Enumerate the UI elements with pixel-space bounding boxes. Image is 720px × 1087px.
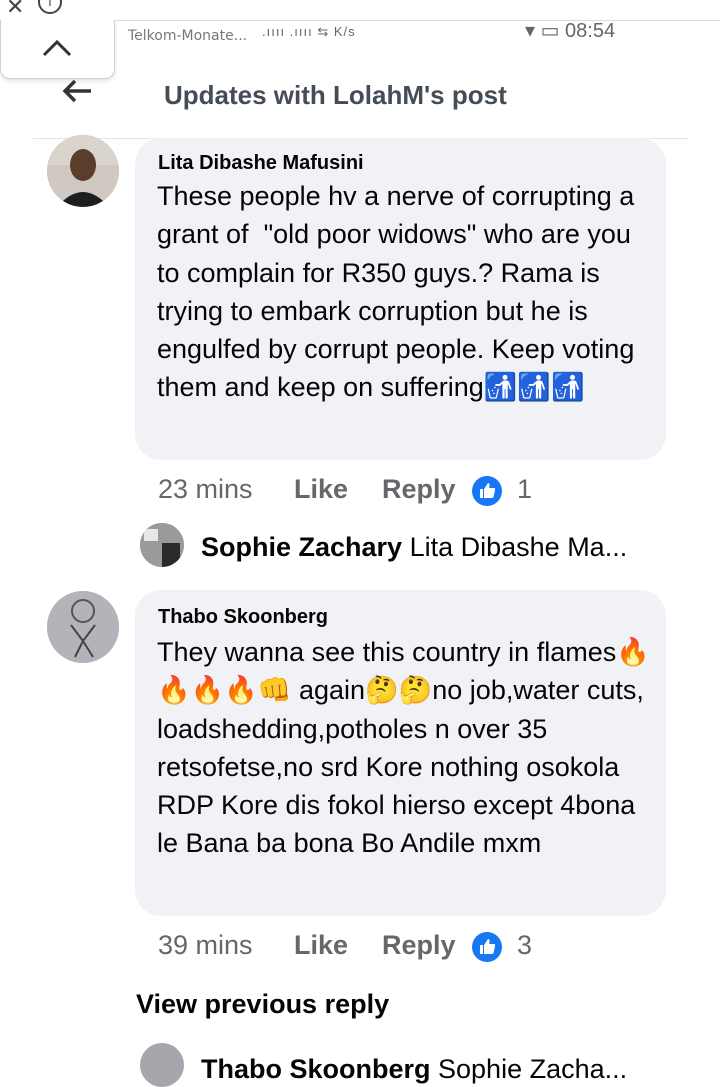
avatar[interactable] xyxy=(140,523,184,567)
chevron-up-icon xyxy=(42,39,72,57)
reply-author[interactable]: Thabo Skoonberg xyxy=(201,1054,431,1084)
reaction-count: 1 xyxy=(517,474,533,504)
avatar[interactable] xyxy=(47,135,119,207)
comment-bubble: Lita Dibashe Mafusini These people hv a … xyxy=(135,138,666,460)
page-title: Updates with LolahM's post xyxy=(164,80,507,110)
comment-bubble: Thabo Skoonberg They wanna see this coun… xyxy=(135,590,666,916)
like-button[interactable]: Like xyxy=(294,474,348,505)
like-icon[interactable] xyxy=(472,476,502,506)
avatar[interactable] xyxy=(47,591,119,663)
view-previous-reply-button[interactable]: View previous reply xyxy=(136,989,389,1020)
comment-author[interactable]: Thabo Skoonberg xyxy=(158,606,328,629)
reply-preview[interactable]: Thabo Skoonberg Sophie Zacha... xyxy=(201,1054,627,1085)
reply-preview[interactable]: Sophie Zachary Lita Dibashe Ma... xyxy=(201,532,627,563)
battery-time: ▾ ▭ 08:54 xyxy=(525,20,616,42)
reply-author[interactable]: Sophie Zachary xyxy=(201,532,402,562)
reply-button[interactable]: Reply xyxy=(382,930,456,961)
carrier-name: Telkom-Monate... xyxy=(128,28,248,44)
reaction-count: 3 xyxy=(517,930,533,960)
reply-snippet: Sophie Zacha... xyxy=(438,1054,628,1084)
like-button[interactable]: Like xyxy=(294,930,348,961)
like-icon[interactable] xyxy=(472,932,502,962)
comment-time[interactable]: 39 mins xyxy=(158,930,253,961)
back-arrow-icon[interactable] xyxy=(60,78,94,109)
signal-indicators: .ıııı .ıııı ⇆ K/s xyxy=(262,24,356,39)
comment-text: These people hv a nerve of corrupting a … xyxy=(157,181,642,403)
comment-author[interactable]: Lita Dibashe Mafusini xyxy=(158,152,364,175)
reply-button[interactable]: Reply xyxy=(382,474,456,505)
comment-time[interactable]: 23 mins xyxy=(158,474,253,505)
collapse-tab[interactable] xyxy=(0,20,115,79)
reply-snippet: Lita Dibashe Ma... xyxy=(409,532,628,562)
comment-text: They wanna see this country in flames🔥🔥🔥… xyxy=(157,637,652,859)
avatar[interactable] xyxy=(140,1043,184,1087)
close-icon[interactable]: ✕ xyxy=(6,0,24,20)
info-icon[interactable]: i xyxy=(38,0,62,14)
